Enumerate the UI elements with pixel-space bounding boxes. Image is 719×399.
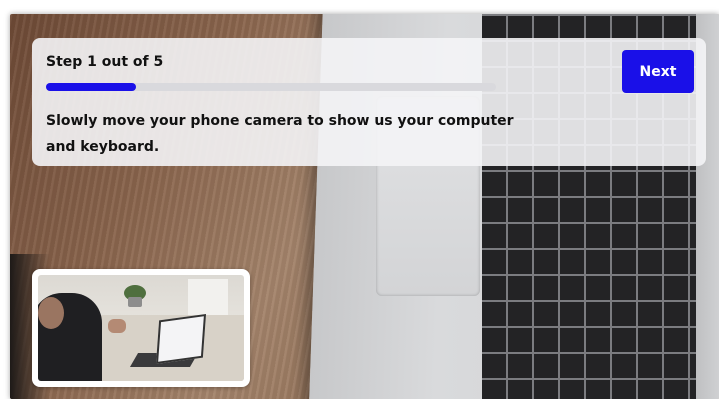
selfview-pot — [128, 297, 142, 307]
instruction-text: Slowly move your phone camera to show us… — [46, 113, 514, 155]
selfview-thumbnail — [32, 269, 250, 387]
step-progress-fill — [46, 83, 136, 91]
selfview-person-head — [38, 297, 64, 329]
camera-view: Step 1 out of 5 Slowly move your phone c… — [10, 14, 719, 399]
next-button[interactable]: Next — [622, 50, 694, 93]
selfview-phone-hand — [108, 319, 126, 333]
front-camera-preview — [38, 275, 244, 381]
selfview-person — [38, 293, 102, 381]
selfview-laptop — [155, 314, 207, 364]
instruction-card: Step 1 out of 5 Slowly move your phone c… — [32, 38, 706, 166]
step-progress-bar — [46, 83, 496, 91]
step-indicator: Step 1 out of 5 — [46, 54, 164, 70]
